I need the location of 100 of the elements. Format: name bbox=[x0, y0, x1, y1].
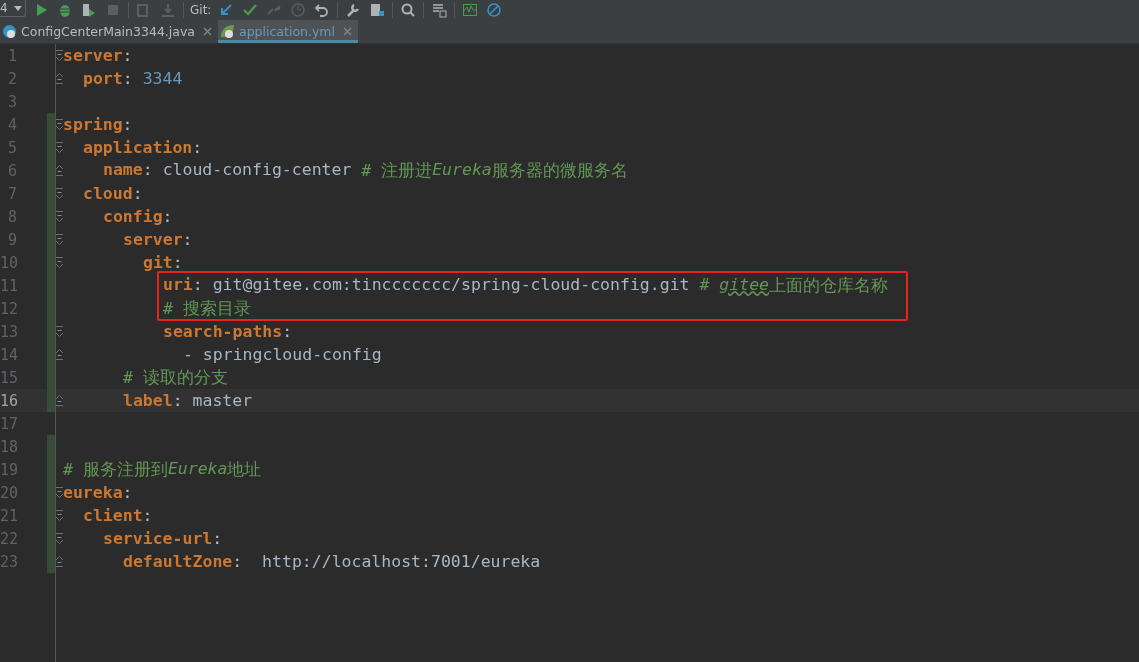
code-punctuation: : bbox=[162, 207, 173, 226]
close-icon[interactable] bbox=[203, 27, 212, 36]
java-class-icon bbox=[2, 24, 17, 39]
code-key: port bbox=[83, 69, 123, 88]
line-number: 16 bbox=[0, 391, 17, 410]
fold-icon[interactable] bbox=[55, 556, 63, 567]
wrench-icon bbox=[345, 2, 362, 18]
code-key: spring bbox=[63, 115, 123, 134]
code-key: config bbox=[103, 207, 163, 226]
tasks-icon bbox=[431, 2, 448, 18]
line-number: 7 bbox=[6, 184, 17, 203]
fold-icon[interactable] bbox=[55, 395, 63, 406]
fold-icon[interactable] bbox=[55, 165, 63, 176]
line-number: 17 bbox=[0, 414, 17, 433]
code-key: eureka bbox=[63, 483, 123, 502]
fold-icon[interactable] bbox=[55, 533, 63, 544]
vcs-label: Git: bbox=[190, 3, 212, 17]
file-tab[interactable]: ConfigCenterMain3344.java bbox=[0, 20, 218, 43]
line-number: 12 bbox=[0, 299, 17, 318]
line-number: 14 bbox=[0, 345, 17, 364]
line-number: 6 bbox=[6, 161, 17, 180]
fold-icon[interactable] bbox=[55, 188, 63, 199]
code-comment: # 搜索目录 bbox=[163, 297, 251, 320]
code-punctuation: : bbox=[142, 159, 154, 181]
arrow-icon bbox=[218, 2, 235, 18]
shield-play-icon bbox=[81, 2, 97, 18]
toolbar-button[interactable] bbox=[430, 1, 449, 19]
code-value: cloud-config-center bbox=[162, 159, 353, 181]
code-key: server bbox=[63, 46, 123, 65]
fold-icon[interactable] bbox=[55, 142, 63, 153]
code-punctuation: : bbox=[192, 138, 203, 157]
code-comment: Eureka bbox=[167, 458, 228, 480]
code-key: name bbox=[103, 159, 143, 182]
line-number: 21 bbox=[0, 506, 17, 525]
code-key: application bbox=[83, 138, 193, 157]
code-key: uri bbox=[163, 274, 193, 297]
code-comment: 地址 bbox=[227, 458, 262, 481]
chart-icon bbox=[462, 2, 479, 18]
code-comment: 服务器的微服务名 bbox=[491, 159, 628, 182]
line-number: 1 bbox=[6, 46, 17, 65]
deploy-icon bbox=[160, 2, 176, 18]
undo-icon bbox=[314, 2, 331, 18]
code-key: server bbox=[123, 230, 183, 249]
fold-icon[interactable] bbox=[55, 211, 63, 222]
line-number: 20 bbox=[0, 483, 17, 502]
stop-icon bbox=[105, 2, 121, 18]
line-number: 23 bbox=[0, 552, 17, 571]
line-number: 3 bbox=[6, 92, 17, 111]
code-punctuation: : bbox=[182, 230, 193, 249]
code-key: label bbox=[123, 391, 173, 410]
code-punctuation: : bbox=[132, 184, 143, 203]
code-punctuation: : bbox=[192, 274, 204, 296]
code-punctuation: : bbox=[122, 46, 133, 65]
code-comment: Eureka bbox=[432, 159, 492, 181]
code-punctuation: : bbox=[232, 552, 244, 571]
search-icon bbox=[400, 2, 417, 18]
code-punctuation: : bbox=[122, 115, 133, 134]
close-icon[interactable] bbox=[343, 27, 352, 36]
line-number: 10 bbox=[0, 253, 17, 272]
line-number: 8 bbox=[6, 207, 17, 226]
clock-icon bbox=[290, 2, 307, 18]
line-number: 13 bbox=[0, 322, 17, 341]
line-number: 19 bbox=[0, 460, 17, 479]
code-key: git bbox=[143, 253, 173, 272]
code-punctuation: : bbox=[122, 483, 133, 502]
fold-icon[interactable] bbox=[55, 349, 63, 360]
structure-icon bbox=[369, 2, 386, 18]
code-comment: gitee bbox=[719, 274, 769, 296]
fold-icon[interactable] bbox=[55, 487, 63, 498]
line-number: 2 bbox=[6, 69, 17, 88]
code-value: git@gitee.com:tinccccccc/spring-cloud-config.git bbox=[212, 274, 691, 296]
fold-icon[interactable] bbox=[55, 119, 63, 130]
fold-icon[interactable] bbox=[55, 257, 63, 268]
code-value: - springcloud-config bbox=[183, 345, 382, 364]
code-value: 3344 bbox=[142, 69, 183, 88]
code-punctuation: : bbox=[172, 253, 183, 272]
line-number: 11 bbox=[0, 276, 17, 295]
line-number: 9 bbox=[6, 230, 17, 249]
toolbar-button[interactable] bbox=[368, 1, 387, 19]
check-icon bbox=[242, 2, 259, 18]
toolbar-button[interactable] bbox=[461, 1, 480, 19]
run-config-dropdown[interactable]: 4 bbox=[0, 0, 26, 17]
fold-icon[interactable] bbox=[55, 73, 63, 84]
caret-icon bbox=[14, 5, 22, 11]
code-comment: # bbox=[699, 274, 711, 296]
code-comment: # 注册进 bbox=[361, 159, 433, 182]
line-number: 15 bbox=[0, 368, 17, 387]
line-number: 18 bbox=[0, 437, 17, 456]
fold-icon[interactable] bbox=[55, 50, 63, 61]
code-punctuation: : bbox=[122, 69, 134, 88]
code-punctuation: : bbox=[282, 322, 293, 341]
code-comment: # 读取的分支 bbox=[123, 366, 228, 389]
code-value: master bbox=[192, 391, 253, 410]
fold-icon[interactable] bbox=[55, 510, 63, 521]
toolbar-button[interactable] bbox=[485, 1, 504, 19]
fold-icon[interactable] bbox=[55, 234, 63, 245]
code-punctuation: : bbox=[172, 391, 184, 410]
code-comment: # 服务注册到 bbox=[63, 458, 168, 481]
fold-icon[interactable] bbox=[55, 326, 63, 337]
code-key: service-url bbox=[103, 529, 213, 548]
